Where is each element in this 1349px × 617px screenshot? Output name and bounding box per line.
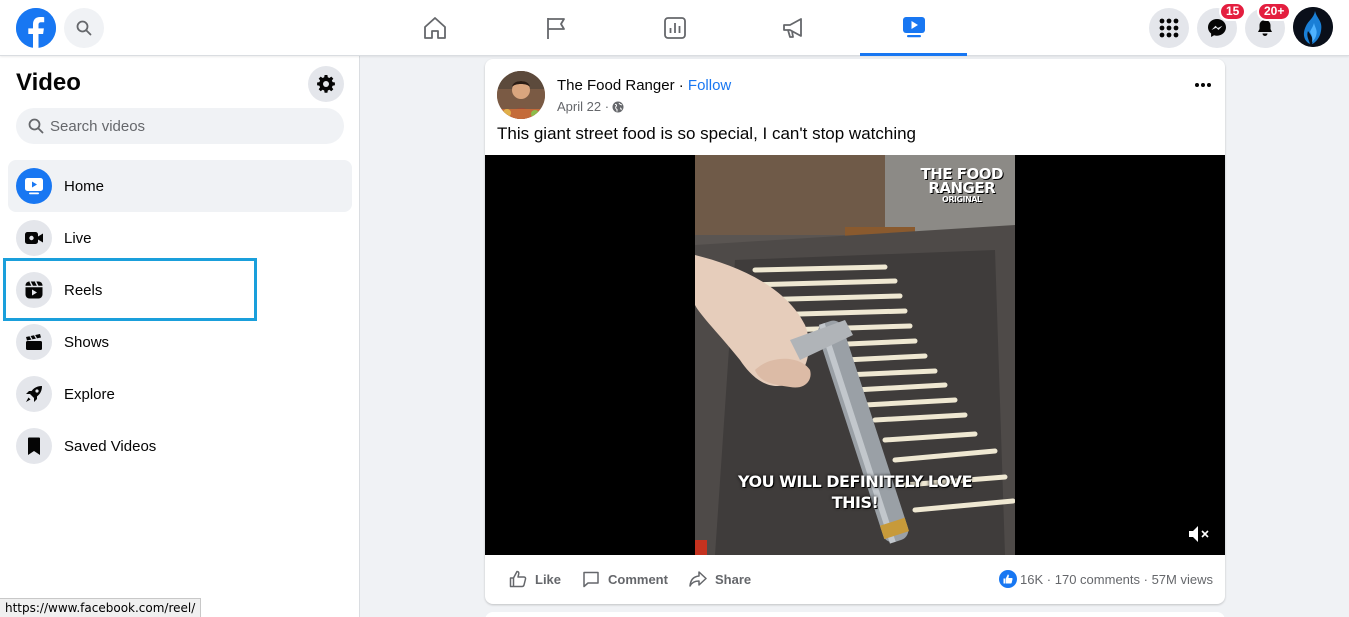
like-label: Like [535,571,562,587]
sidebar-item-saved-videos[interactable]: Saved Videos [8,420,352,472]
video-home-icon [16,168,52,204]
video-sidebar: Video Home Live Reels Shows [0,56,360,617]
like-reaction-icon [999,570,1018,588]
video-caption: YOU WILL DEFINITELY LOVE THIS! [695,471,1015,513]
post-text: This giant street food is so special, I … [497,124,917,143]
sidebar-item-label: Live [64,229,92,247]
caption-line-1: YOU WILL DEFINITELY LOVE [738,472,973,491]
comment-count[interactable]: 170 comments [1055,572,1140,587]
tab-ads[interactable] [740,0,848,56]
sidebar-item-live[interactable]: Live [8,212,352,264]
video-icon [902,16,925,37]
rocket-icon [16,376,52,412]
notifications-button[interactable]: 20+ [1245,2,1292,48]
search-icon [28,118,44,134]
tab-video[interactable] [860,0,967,56]
bookmark-icon [16,428,52,464]
share-arrow-icon [689,571,707,587]
search-videos-input[interactable] [50,117,330,135]
menu-button[interactable] [1149,8,1189,48]
like-button[interactable]: Like [509,567,561,591]
comment-button[interactable]: Comment [582,567,668,591]
share-button[interactable]: Share [689,567,751,591]
tab-insights[interactable] [621,0,729,56]
tab-pages[interactable] [502,0,610,56]
sidebar-item-label: Home [64,177,105,195]
video-player[interactable]: THE FOOD RANGER ORIGINAL YOU WILL DEFINI… [485,155,1225,555]
follow-button[interactable]: Follow [688,77,731,94]
messenger-icon [1208,19,1226,37]
view-count: 57M views [1151,571,1213,587]
bell-icon [1258,20,1272,36]
video-post-card: The Food Ranger · Follow April 22 · This… [485,59,1225,604]
mute-button[interactable] [1185,521,1213,547]
post-actions-bar: Like Comment Share 16K · 170 comments · … [485,555,1225,604]
megaphone-icon [783,18,802,38]
sidebar-item-reels[interactable]: Reels [8,264,352,316]
video-watermark: THE FOOD RANGER ORIGINAL [921,167,1004,205]
comment-icon [583,571,599,588]
caption-line-2: THIS! [831,493,879,512]
post-date[interactable]: April 22 · [557,99,609,114]
muted-speaker-icon [1189,526,1209,542]
settings-button[interactable] [308,66,344,102]
author-avatar[interactable] [497,71,545,119]
stats-separator: · [1043,571,1055,587]
search-icon [76,20,92,36]
gear-icon [317,75,335,93]
comment-label: Comment [608,571,668,587]
reaction-count[interactable]: 16K [1020,572,1043,587]
clapperboard-icon [16,324,52,360]
stats-separator: · [1140,571,1152,587]
post-meta: April 22 · [557,99,624,114]
post-stats: 16K · 170 comments · 57M views [999,570,1213,588]
separator-dot: · [674,77,688,94]
sidebar-item-label: Shows [64,333,110,351]
author-line: The Food Ranger · Follow [557,77,731,94]
tab-home[interactable] [381,0,489,56]
search-button[interactable] [64,8,104,48]
notifications-badge: 20+ [1257,2,1292,21]
top-navigation-bar: 15 20+ [0,0,1349,56]
sidebar-item-shows[interactable]: Shows [8,316,352,368]
sidebar-item-explore[interactable]: Explore [8,368,352,420]
author-name[interactable]: The Food Ranger [557,77,675,94]
page-title: Video [16,69,81,96]
search-videos-field[interactable] [16,108,344,144]
grid-menu-icon [1159,18,1179,38]
sidebar-item-label: Reels [64,281,103,299]
facebook-logo-icon[interactable] [16,8,56,48]
live-camera-icon [16,220,52,256]
profile-flame-icon [1293,7,1333,47]
account-avatar[interactable] [1293,7,1333,47]
chart-icon [664,17,686,39]
share-label: Share [715,571,752,587]
sidebar-item-home[interactable]: Home [8,160,352,212]
post-options-button[interactable] [1185,73,1221,97]
messenger-button[interactable]: 15 [1197,2,1247,48]
more-dots-icon [1195,83,1211,87]
sidebar-item-label: Saved Videos [64,437,157,455]
thumbs-up-icon [509,570,527,588]
sidebar-item-label: Explore [64,385,115,403]
next-post-card [485,612,1225,617]
flag-icon [547,18,565,39]
video-frame: THE FOOD RANGER ORIGINAL YOU WILL DEFINI… [695,155,1015,555]
messenger-badge: 15 [1219,2,1247,21]
reels-icon [16,272,52,308]
globe-icon [612,101,624,112]
home-icon [424,17,446,39]
status-bar-url: https://www.facebook.com/reel/ [0,598,202,617]
